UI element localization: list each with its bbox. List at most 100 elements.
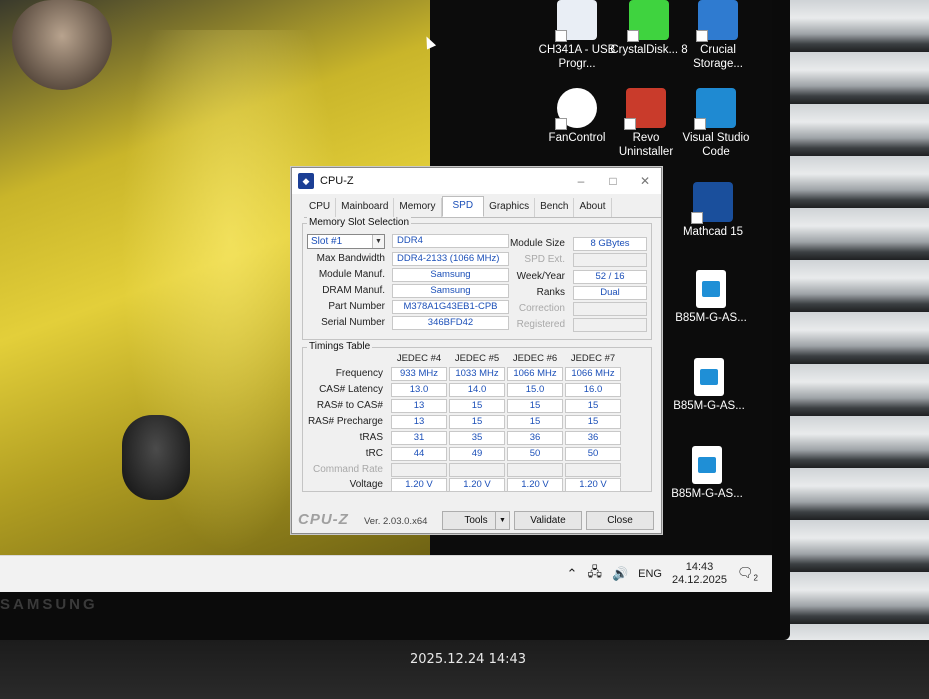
- timing-cell: 16.0: [565, 383, 621, 397]
- correction-value: [573, 302, 647, 316]
- desktop-icon-file[interactable]: B85M-G-AS...: [668, 358, 750, 413]
- tab-spd[interactable]: SPD: [441, 196, 485, 217]
- timing-column-header: JEDEC #4: [396, 353, 442, 364]
- wallpaper-glove: [122, 415, 190, 500]
- memory-type-value: DDR4: [392, 234, 509, 248]
- desktop-icon-label: Mathcad 15: [682, 226, 744, 238]
- timing-cell: [449, 463, 505, 477]
- desktop-icon-vscode[interactable]: Visual Studio Code: [675, 88, 757, 159]
- timing-row-label: tRC: [365, 448, 383, 459]
- timing-cell: 13: [391, 415, 447, 429]
- window-title: CPU-Z: [320, 175, 354, 187]
- timing-cell: 15: [507, 399, 563, 413]
- timing-cell: 1066 MHz: [565, 367, 621, 381]
- desktop-icon-label: Visual Studio Code: [682, 132, 750, 158]
- timing-column-header: JEDEC #7: [570, 353, 616, 364]
- tab-graphics[interactable]: Graphics: [484, 198, 536, 217]
- title-bar[interactable]: ◆ CPU-Z – □ ✕: [292, 168, 661, 194]
- timing-column-header: JEDEC #6: [512, 353, 558, 364]
- ch341a-icon: [555, 0, 597, 42]
- crucial-storage-icon: [696, 0, 738, 42]
- module-manuf-label: Module Manuf.: [318, 269, 385, 280]
- timing-cell: 44: [391, 447, 447, 461]
- desktop-icon-label: Revo Uninstaller: [618, 132, 674, 158]
- crystaldisk-icon: [627, 0, 669, 42]
- timing-cell: 35: [449, 431, 505, 445]
- timing-cell: 1.20 V: [565, 478, 621, 492]
- timing-column-header: JEDEC #5: [454, 353, 500, 364]
- timing-cell: 15: [449, 399, 505, 413]
- chevron-up-icon[interactable]: ⌃: [567, 566, 578, 582]
- tab-cpu[interactable]: CPU: [304, 198, 337, 217]
- part-number-label: Part Number: [328, 301, 385, 312]
- chevron-down-icon: ▼: [372, 235, 384, 248]
- mathcad-icon: [691, 182, 733, 224]
- cpuz-window: ◆ CPU-Z – □ ✕ CPU Mainboard Memory SPD G…: [291, 167, 662, 534]
- monitor-bezel: SAMSUNG CH341A - USB Progr... CrystalDis…: [0, 0, 790, 640]
- window-footer: CPU-Z Ver. 2.03.0.x64 Tools ▼ Validate C…: [292, 510, 661, 532]
- tab-about[interactable]: About: [574, 198, 612, 217]
- desktop-icon-label: Crucial Storage...: [693, 44, 743, 70]
- image-file-icon: [694, 358, 724, 396]
- fan-icon: [555, 88, 597, 130]
- timing-cell: 15: [565, 415, 621, 429]
- week-year-value: 52 / 16: [573, 270, 647, 284]
- desktop-icon-ch341a[interactable]: CH341A - USB Progr...: [536, 0, 618, 71]
- ranks-value: Dual: [573, 286, 647, 300]
- maximize-icon[interactable]: □: [597, 174, 629, 188]
- timing-cell: [507, 463, 563, 477]
- dram-manuf-label: DRAM Manuf.: [322, 285, 385, 296]
- tab-bench[interactable]: Bench: [535, 198, 575, 217]
- timing-row-label: CAS# Latency: [319, 384, 383, 395]
- timing-row-label: RAS# to CAS#: [316, 400, 383, 411]
- timing-cell: 36: [507, 431, 563, 445]
- notification-count: 2: [753, 573, 758, 583]
- clock-time: 14:43: [685, 561, 714, 573]
- timing-cell: 15: [449, 415, 505, 429]
- memory-slot-group-label: Memory Slot Selection: [307, 217, 412, 228]
- volume-icon[interactable]: 🔊: [612, 566, 628, 582]
- language-indicator[interactable]: ENG: [638, 568, 662, 580]
- clock[interactable]: 14:43 24.12.2025: [672, 561, 727, 587]
- timing-cell: [565, 463, 621, 477]
- desktop-icon-file[interactable]: B85M-G-AS...: [666, 446, 748, 501]
- desktop-icon-mathcad[interactable]: Mathcad 15: [672, 182, 754, 239]
- registered-value: [573, 318, 647, 332]
- module-size-label: Module Size: [509, 238, 565, 249]
- clock-date: 24.12.2025: [671, 574, 728, 586]
- tab-mainboard[interactable]: Mainboard: [336, 198, 395, 217]
- timing-cell: 15: [507, 415, 563, 429]
- close-icon[interactable]: ✕: [629, 174, 661, 188]
- timing-cell: 1033 MHz: [449, 367, 505, 381]
- max-bandwidth-value: DDR4-2133 (1066 MHz): [392, 252, 509, 266]
- system-tray: ⌃ 🖧 🔊 ENG 14:43 24.12.2025 🗨2: [567, 560, 758, 588]
- taskbar: ⌃ 🖧 🔊 ENG 14:43 24.12.2025 🗨2: [0, 555, 772, 592]
- desktop-icon-crucial[interactable]: Crucial Storage...: [677, 0, 759, 71]
- validate-button[interactable]: Validate: [514, 511, 582, 530]
- timing-cell: [391, 463, 447, 477]
- timing-cell: 13: [391, 399, 447, 413]
- vscode-icon: [694, 88, 736, 130]
- close-button[interactable]: Close: [586, 511, 654, 530]
- timings-table-label: Timings Table: [307, 341, 373, 352]
- tools-button-label: Tools: [464, 515, 488, 526]
- timing-cell: 1.20 V: [391, 478, 447, 492]
- chevron-down-icon[interactable]: ▼: [495, 512, 509, 529]
- timing-cell: 50: [565, 447, 621, 461]
- tab-memory[interactable]: Memory: [394, 198, 442, 217]
- desk-surface: [0, 640, 929, 699]
- desktop-icon-file[interactable]: B85M-G-AS...: [670, 270, 752, 325]
- timing-row-label: Voltage: [349, 479, 383, 490]
- notification-icon[interactable]: 🗨2: [737, 565, 758, 583]
- timing-cell: 15.0: [507, 383, 563, 397]
- slot-select[interactable]: Slot #1 ▼: [307, 234, 385, 249]
- timing-cell: 13.0: [391, 383, 447, 397]
- desktop-icon-label: CH341A - USB Progr...: [538, 44, 616, 70]
- tools-button[interactable]: Tools ▼: [442, 511, 510, 530]
- desktop-icon-label: B85M-G-AS...: [673, 400, 745, 412]
- network-icon[interactable]: 🖧: [587, 563, 602, 585]
- minimize-icon[interactable]: –: [565, 174, 597, 188]
- timing-cell: 933 MHz: [391, 367, 447, 381]
- timing-cell: 49: [449, 447, 505, 461]
- dram-manuf-value: Samsung: [392, 284, 509, 298]
